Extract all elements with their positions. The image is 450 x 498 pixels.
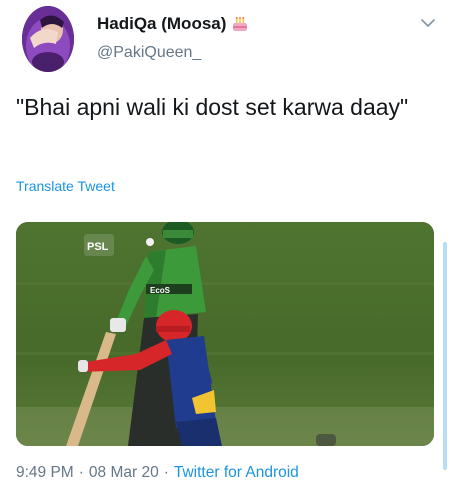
display-name[interactable]: HadiQa (Moosa) [97,14,226,34]
tweet-author: HadiQa (Moosa) [97,13,250,35]
tweet-media[interactable]: PSL EcoS [16,222,434,446]
psl-logo: PSL [84,234,114,256]
chevron-down-icon[interactable] [419,16,437,30]
svg-text:PSL: PSL [87,241,109,253]
translate-tweet-link[interactable]: Translate Tweet [16,178,115,194]
tweet-time[interactable]: 9:49 PM [16,464,74,481]
tweet-text: "Bhai apni wali ki dost set karwa daay" [16,94,409,120]
cricket-photo: PSL EcoS [16,222,434,446]
avatar-image [22,6,74,72]
meta-separator: · [78,464,84,481]
meta-separator: · [163,464,169,481]
tweet-date[interactable]: 08 Mar 20 [89,464,159,481]
avatar[interactable] [22,6,74,72]
scrollbar[interactable] [443,242,447,470]
tweet-meta: 9:49 PM · 08 Mar 20 · Twitter for Android [16,464,299,482]
svg-text:EcoS: EcoS [150,286,171,295]
birthday-cake-icon [230,14,250,34]
tweet-source-link[interactable]: Twitter for Android [174,464,299,481]
user-handle[interactable]: @PakiQueen_ [97,44,201,62]
